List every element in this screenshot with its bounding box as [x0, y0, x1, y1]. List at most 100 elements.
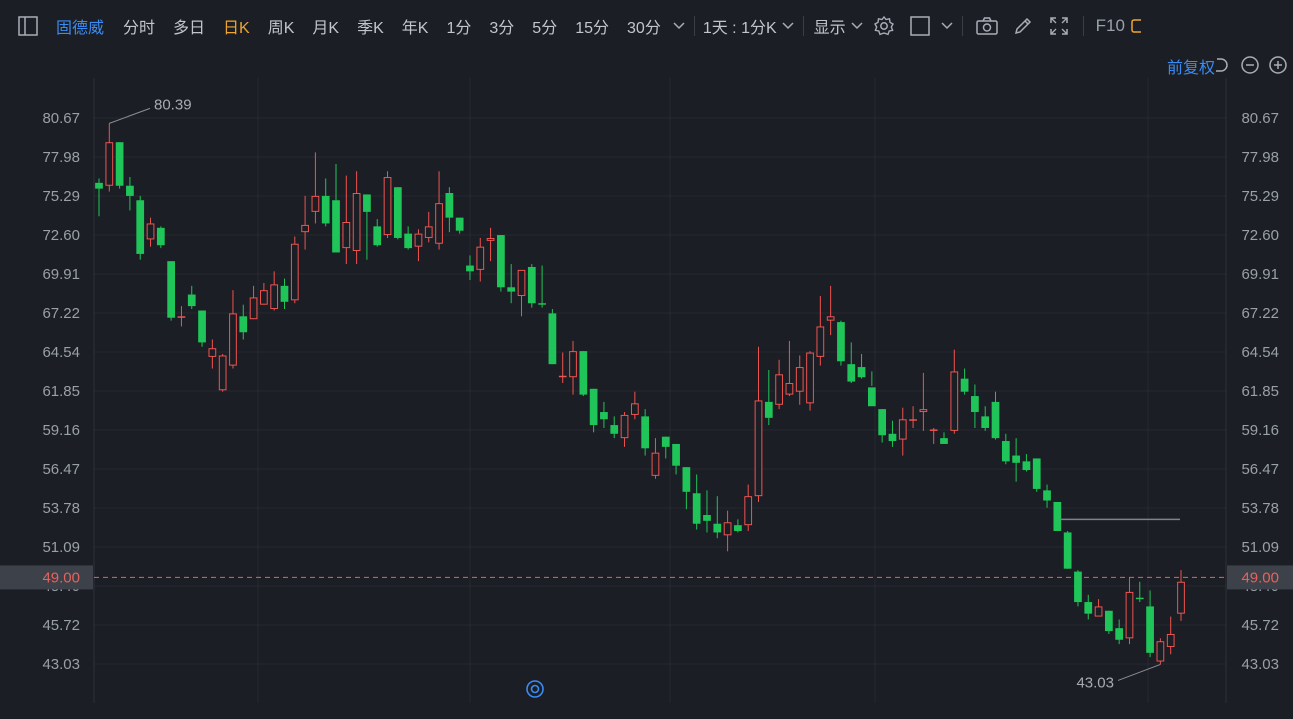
- candle-body: [981, 416, 990, 428]
- candle-body: [960, 378, 969, 392]
- candlestick-chart[interactable]: 80.67 77.98 75.29 72.60 69.91 67.22 64.54 61.85…: [0, 78, 1293, 716]
- chevron-down-icon[interactable]: [672, 12, 686, 40]
- candle-body: [414, 233, 423, 247]
- candle-body: [558, 375, 567, 378]
- candle-body: [1053, 501, 1062, 531]
- period-intraday[interactable]: 分时: [114, 14, 164, 38]
- stock-name[interactable]: 固德威: [46, 14, 114, 38]
- settings-gear-icon[interactable]: [870, 12, 898, 40]
- minus-circle-icon[interactable]: [1239, 54, 1261, 79]
- period-multiday[interactable]: 多日: [164, 14, 214, 38]
- candle-body: [1094, 606, 1103, 617]
- period-daily-k[interactable]: 日K: [214, 14, 259, 38]
- candle-body: [517, 269, 526, 296]
- period-monthly-k[interactable]: 月K: [303, 14, 348, 38]
- candle: [527, 264, 536, 308]
- candle-body: [713, 523, 722, 533]
- candle-body: [146, 223, 155, 240]
- y-tick-right: 53.78: [1241, 500, 1279, 517]
- candle-body: [610, 425, 619, 434]
- camera-icon[interactable]: [973, 12, 1001, 40]
- candle-body: [826, 316, 835, 321]
- toolbar-divider: [961, 16, 963, 36]
- candle-body: [229, 313, 237, 366]
- candle: [393, 187, 402, 240]
- candle-body: [744, 496, 753, 526]
- candle-body: [538, 303, 546, 305]
- candle-body: [332, 200, 340, 253]
- pencil-icon[interactable]: [1009, 12, 1037, 40]
- candle-body: [466, 265, 474, 272]
- period-15min[interactable]: 15分: [566, 14, 618, 38]
- period-weekly-k[interactable]: 周K: [259, 14, 304, 38]
- candle-body: [105, 142, 114, 186]
- candle: [198, 310, 206, 347]
- y-tick-right: 69.91: [1241, 266, 1279, 283]
- candle-body: [167, 261, 175, 318]
- display-menu[interactable]: 显示: [810, 14, 848, 38]
- period-1min[interactable]: 1分: [437, 14, 480, 38]
- candle: [167, 261, 175, 321]
- chevron-down-icon[interactable]: [940, 12, 954, 40]
- y-tick-right: 75.29: [1241, 188, 1279, 205]
- candle-body: [1135, 597, 1144, 600]
- square-checkbox-icon[interactable]: [906, 12, 934, 40]
- y-tick-left: 64.54: [42, 344, 80, 361]
- y-tick-left: 43.03: [42, 656, 80, 673]
- candle-body: [393, 187, 402, 238]
- candle-body: [198, 310, 206, 343]
- forward-adjust-button[interactable]: 前复权: [1167, 54, 1215, 78]
- candle-body: [95, 182, 103, 189]
- candle-body: [579, 351, 588, 395]
- candle-body: [260, 290, 268, 305]
- chart-subbar: 前复权: [0, 52, 1293, 78]
- plus-circle-icon[interactable]: [1267, 54, 1289, 79]
- candle-body: [187, 294, 196, 307]
- candle-body: [290, 243, 299, 301]
- y-tick-right: 51.09: [1241, 539, 1279, 556]
- chevron-down-icon[interactable]: [781, 12, 795, 40]
- candle-body: [548, 313, 557, 365]
- candle-body: [218, 355, 227, 391]
- candle: [136, 195, 145, 260]
- candle-body: [1166, 633, 1175, 648]
- candle-body: [723, 522, 732, 536]
- candle-body: [569, 351, 577, 378]
- candle-body: [754, 400, 763, 497]
- candle-body: [600, 412, 608, 420]
- fullscreen-icon[interactable]: [1045, 12, 1073, 40]
- candle-body: [857, 367, 866, 378]
- candle-body: [280, 285, 289, 302]
- toolbar-divider: [1082, 16, 1084, 36]
- y-tick-left: 75.29: [42, 188, 80, 205]
- y-tick-left: 77.98: [42, 149, 80, 166]
- f10-button[interactable]: F10: [1090, 16, 1131, 36]
- period-5min[interactable]: 5分: [523, 14, 566, 38]
- candle-body: [682, 467, 691, 492]
- period-3min[interactable]: 3分: [480, 14, 523, 38]
- chevron-down-icon[interactable]: [850, 12, 864, 40]
- candle-body: [867, 387, 876, 407]
- candle-body: [971, 396, 979, 413]
- period-30min[interactable]: 30分: [618, 14, 670, 38]
- candle: [115, 142, 124, 189]
- candle: [579, 351, 588, 397]
- candle-body: [847, 364, 856, 382]
- candle: [1053, 501, 1062, 531]
- y-tick-left: 53.78: [42, 500, 80, 517]
- interval-selector[interactable]: 1天 : 1分K: [701, 14, 779, 38]
- candlestick-svg[interactable]: 80.67 77.98 75.29 72.60 69.91 67.22 64.54 61.85…: [0, 78, 1293, 716]
- undo-icon[interactable]: [1211, 54, 1233, 79]
- candle-body: [208, 348, 217, 357]
- candle-body: [630, 403, 639, 415]
- period-quarterly-k[interactable]: 季K: [348, 14, 393, 38]
- period-yearly-k[interactable]: 年K: [393, 14, 438, 38]
- y-tick-left: 67.22: [42, 305, 80, 322]
- orange-square-icon[interactable]: [1131, 12, 1141, 40]
- y-tick-right: 56.47: [1241, 461, 1279, 478]
- candle-body: [703, 515, 711, 521]
- sidebar-toggle-icon[interactable]: [14, 12, 42, 40]
- candle-body: [1115, 628, 1124, 640]
- candle-body: [1032, 458, 1041, 489]
- candle-body: [445, 192, 454, 218]
